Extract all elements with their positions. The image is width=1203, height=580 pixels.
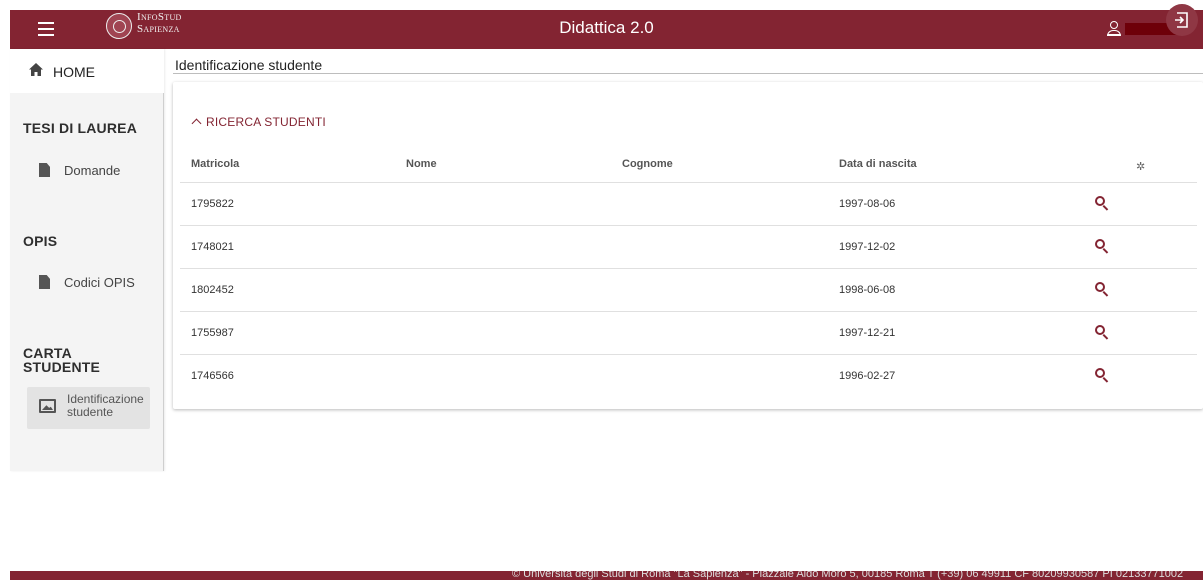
page-title: Identificazione studente — [175, 57, 323, 73]
sidebar-item-label: HOME — [53, 64, 95, 80]
view-student-button[interactable] — [1093, 323, 1113, 343]
table-row: 1746566 1996-02-27 — [180, 355, 1197, 398]
section-title-line-1: CARTA — [23, 345, 72, 361]
section-title-line-2: STUDENTE — [23, 359, 101, 375]
menu-icon[interactable] — [38, 22, 54, 36]
cell-data-nascita: 1997-12-02 — [839, 241, 896, 253]
sidebar-item-domande[interactable]: Domande — [27, 163, 150, 179]
column-header-data-nascita[interactable]: Data di nascita — [839, 158, 917, 170]
section-title-tesi: TESI DI LAUREA — [23, 120, 138, 136]
sidebar-item-label: Codici OPIS — [64, 275, 135, 290]
view-student-button[interactable] — [1093, 237, 1113, 257]
table-row: 1795822 1997-08-06 — [180, 183, 1197, 226]
document-icon — [39, 275, 50, 289]
section-title-opis: OPIS — [23, 233, 58, 249]
section-title-carta-studente: CARTA STUDENTE — [23, 346, 100, 374]
sidebar-item-label: Domande — [64, 163, 121, 178]
cell-matricola: 1746566 — [191, 370, 234, 382]
column-header-cognome[interactable]: Cognome — [622, 158, 673, 170]
search-students-toggle[interactable]: RICERCA STUDENTI — [191, 115, 326, 129]
home-icon — [29, 63, 43, 76]
logo-line-2: Sapienza — [137, 23, 180, 35]
app-logo-text: InfoStud Sapienza — [137, 11, 182, 35]
sidebar-item-home[interactable]: HOME — [10, 49, 164, 93]
footer: © Università degli Studi di Roma "La Sap… — [10, 571, 1203, 580]
title-divider — [173, 73, 1203, 74]
students-card: RICERCA STUDENTI Matricola Nome Cognome … — [173, 82, 1203, 409]
view-student-button[interactable] — [1093, 366, 1113, 386]
view-student-button[interactable] — [1093, 194, 1113, 214]
column-settings-icon[interactable]: ✲ — [1136, 160, 1145, 173]
sidebar-item-identificazione-studente[interactable]: Identificazione studente — [27, 387, 150, 429]
cell-matricola: 1795822 — [191, 198, 234, 210]
document-icon — [39, 163, 50, 177]
cell-matricola: 1802452 — [191, 284, 234, 296]
table-row: 1755987 1997-12-21 — [180, 312, 1197, 355]
cell-data-nascita: 1997-08-06 — [839, 198, 896, 210]
footer-text: © Università degli Studi di Roma "La Sap… — [512, 571, 1184, 580]
table-row: 1802452 1998-06-08 — [180, 269, 1197, 312]
image-icon — [39, 399, 56, 413]
sapienza-seal-logo — [106, 13, 132, 39]
top-app-bar: InfoStud Sapienza Didattica 2.0 — [10, 10, 1203, 49]
view-student-button[interactable] — [1093, 280, 1113, 300]
column-header-nome[interactable]: Nome — [406, 158, 437, 170]
sidebar-item-label: Identificazione studente — [67, 392, 144, 419]
column-header-matricola[interactable]: Matricola — [191, 158, 239, 170]
app-title: Didattica 2.0 — [559, 18, 654, 37]
cell-data-nascita: 1997-12-21 — [839, 327, 896, 339]
table-row: 1748021 1997-12-02 — [180, 226, 1197, 269]
logo-line-1: InfoStud — [137, 11, 182, 23]
chevron-up-icon — [191, 118, 202, 129]
logout-icon — [1175, 12, 1188, 28]
cell-data-nascita: 1996-02-27 — [839, 370, 896, 382]
sidebar-item-codici-opis[interactable]: Codici OPIS — [27, 275, 150, 291]
cell-matricola: 1748021 — [191, 241, 234, 253]
cell-matricola: 1755987 — [191, 327, 234, 339]
cell-data-nascita: 1998-06-08 — [839, 284, 896, 296]
sidebar: HOME TESI DI LAUREA Domande OPIS Codici … — [10, 49, 164, 471]
logout-button[interactable] — [1166, 4, 1198, 36]
user-icon — [1107, 21, 1121, 36]
